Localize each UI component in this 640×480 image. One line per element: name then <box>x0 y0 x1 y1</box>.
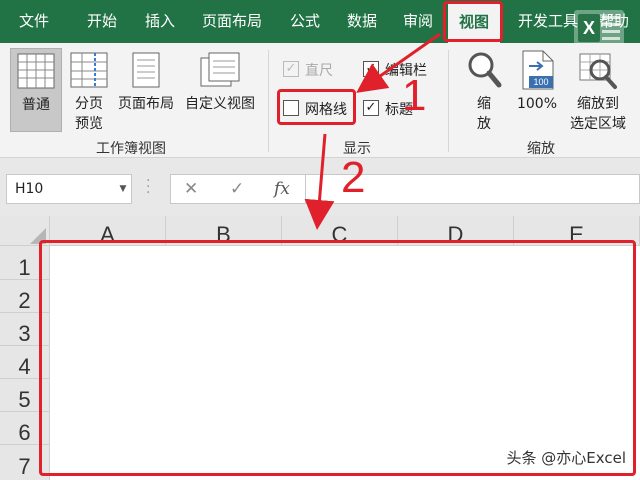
annotation-step-1: 1 <box>402 71 427 120</box>
annotation-step-2: 2 <box>341 153 366 202</box>
watermark-text: 头条 @亦心Excel <box>506 449 626 467</box>
annotation-arrows <box>304 32 441 230</box>
arrow-to-grid <box>304 133 335 230</box>
